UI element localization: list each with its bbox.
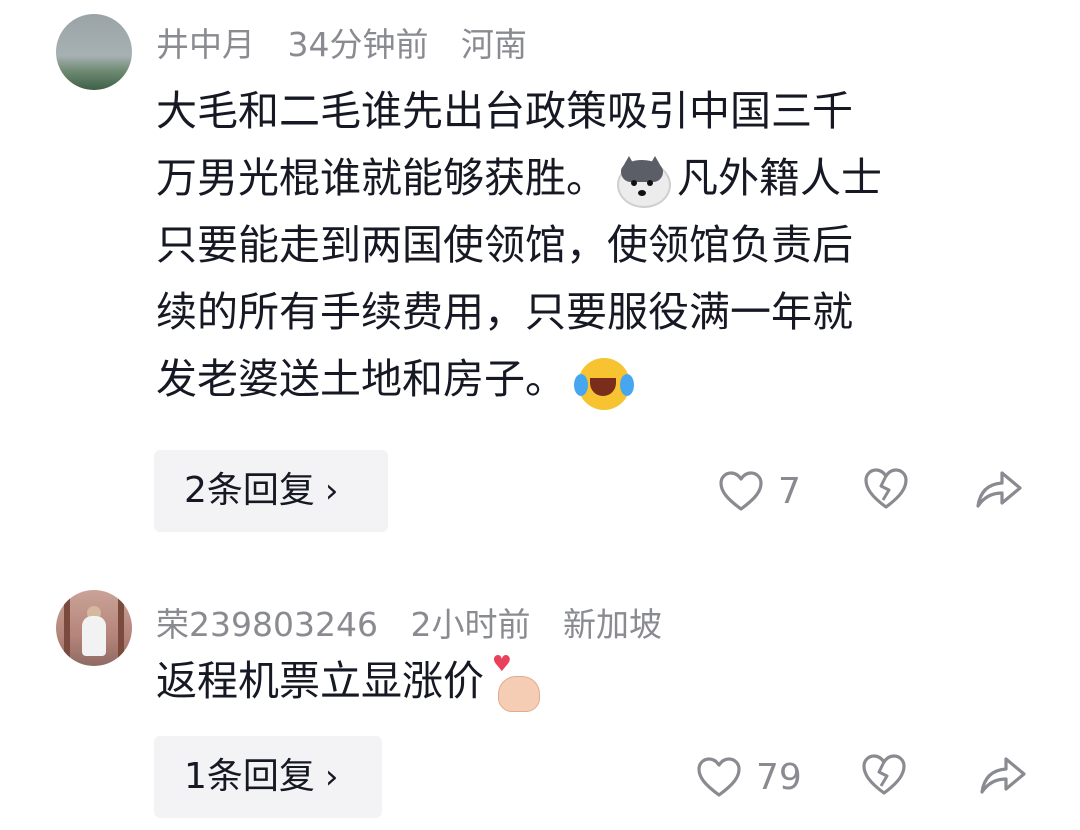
finger-heart-emoji-icon: ♥ <box>488 654 544 714</box>
comment-line: 续的所有手续费用，只要服役满一年就 <box>156 288 853 336</box>
comment-line-part: 万男光棍谁就能够获胜。 <box>156 154 607 202</box>
broken-heart-icon <box>860 752 910 796</box>
username[interactable]: 井中月 <box>156 25 255 64</box>
comment-meta: 荣239803246 2小时前 新加坡 <box>156 598 684 646</box>
comment-line: 只要能走到两国使领馆，使领馆负责后 <box>156 221 853 269</box>
like-button[interactable]: 79 <box>696 752 816 802</box>
like-button[interactable]: 7 <box>718 466 838 516</box>
comment-line: 返程机票立显涨价 ♥ <box>156 648 1036 715</box>
like-count: 7 <box>778 470 801 512</box>
comment-line-part: 发老婆送土地和房子。 <box>156 355 566 403</box>
dislike-button[interactable] <box>862 466 912 516</box>
username[interactable]: 荣239803246 <box>156 605 378 644</box>
broken-heart-icon <box>862 466 912 510</box>
chevron-right-icon: › <box>324 757 339 797</box>
location: 新加坡 <box>562 605 662 644</box>
location: 河南 <box>461 25 527 64</box>
reply-count-label: 1条回复 <box>184 756 315 797</box>
reply-count-label: 2条回复 <box>184 470 315 511</box>
view-replies-button[interactable]: 1条回复 › <box>154 736 382 818</box>
comment-line: 发老婆送土地和房子。 <box>156 346 1036 413</box>
timestamp: 34分钟前 <box>287 25 429 64</box>
chevron-right-icon: › <box>324 471 339 511</box>
share-arrow-icon <box>974 466 1026 510</box>
comment-text: 大毛和二毛谁先出台政策吸引中国三千 万男光棍谁就能够获胜。 凡外籍人士 只要能走… <box>156 78 1036 413</box>
comment-text: 返程机票立显涨价 ♥ <box>156 648 1036 715</box>
comment-line-part: 返程机票立显涨价 <box>156 657 484 705</box>
share-button[interactable] <box>978 752 1030 802</box>
timestamp: 2小时前 <box>410 605 531 644</box>
comment-line: 大毛和二毛谁先出台政策吸引中国三千 <box>156 87 853 135</box>
share-arrow-icon <box>978 752 1030 796</box>
view-replies-button[interactable]: 2条回复 › <box>154 450 388 532</box>
like-count: 79 <box>756 756 802 798</box>
comment-meta: 井中月 34分钟前 河南 <box>156 18 549 66</box>
dislike-button[interactable] <box>860 752 910 802</box>
comment-line-part: 凡外籍人士 <box>677 154 882 202</box>
husky-emoji-icon <box>613 156 671 208</box>
share-button[interactable] <box>974 466 1026 516</box>
user-avatar[interactable] <box>56 590 132 666</box>
user-avatar[interactable] <box>56 14 132 90</box>
comment-item: 荣239803246 2小时前 新加坡 返程机票立显涨价 ♥ 1条回复 › 79 <box>0 570 1080 830</box>
laughing-tears-emoji-icon <box>574 354 634 410</box>
comment-item: 井中月 34分钟前 河南 大毛和二毛谁先出台政策吸引中国三千 万男光棍谁就能够获… <box>0 0 1080 560</box>
heart-outline-icon <box>718 470 764 512</box>
heart-outline-icon <box>696 756 742 798</box>
comment-line: 万男光棍谁就能够获胜。 凡外籍人士 <box>156 145 1036 212</box>
